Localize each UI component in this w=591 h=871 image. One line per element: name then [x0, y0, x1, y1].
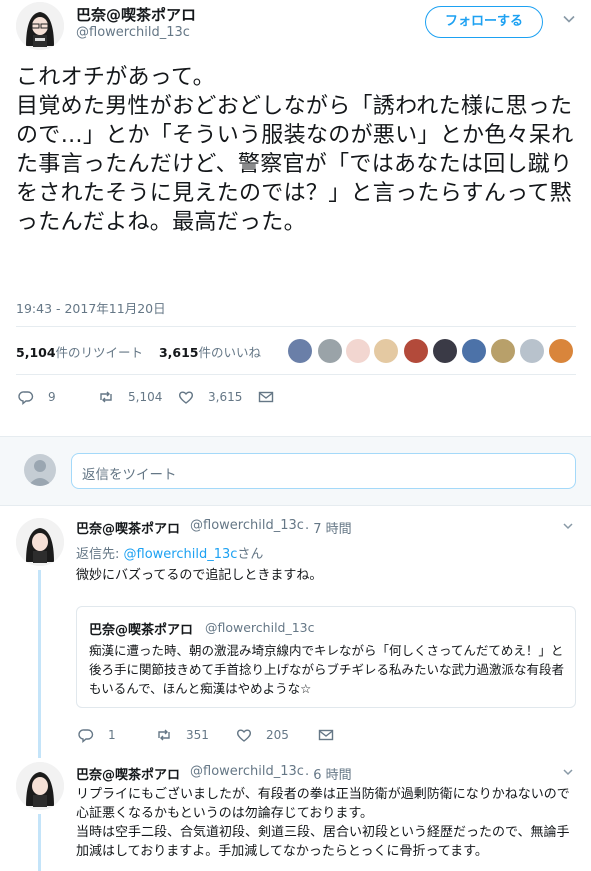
- retweet-button[interactable]: 351: [156, 725, 209, 745]
- avatar: [24, 454, 56, 486]
- retweet-count: 5,104: [128, 390, 163, 404]
- reply-icon: [78, 729, 94, 743]
- direct-message-button[interactable]: [318, 725, 348, 745]
- like-button[interactable]: 3,615: [178, 387, 242, 407]
- divider: [16, 374, 576, 375]
- like-count: 3,615: [208, 390, 243, 404]
- avatar[interactable]: [491, 339, 515, 363]
- chevron-down-icon[interactable]: [562, 766, 574, 781]
- avatar[interactable]: [16, 2, 64, 50]
- reply-text: 微妙にバズってるので追記しときますね。: [76, 568, 323, 583]
- avatar[interactable]: [404, 339, 428, 363]
- retweet-icon: [100, 391, 112, 403]
- avatar[interactable]: [520, 339, 544, 363]
- heart-icon: [236, 729, 252, 742]
- reply-text: リプライにもございましたが、有段者の拳は正当防衛が過剰防衛になりかねないので心証…: [76, 787, 570, 859]
- reply-time[interactable]: · 7 時間: [305, 518, 352, 537]
- retweet-count[interactable]: 5,104: [16, 345, 56, 360]
- avatar[interactable]: [433, 339, 457, 363]
- replying-prefix: 返信先:: [76, 547, 124, 562]
- like-count: 205: [266, 728, 289, 742]
- reply-count: 1: [108, 728, 116, 742]
- tweet-timestamp[interactable]: 19:43 - 2017年11月20日: [16, 298, 166, 317]
- avatar[interactable]: [374, 339, 398, 363]
- retweet-button[interactable]: 5,104: [98, 387, 162, 407]
- avatar[interactable]: [346, 339, 370, 363]
- reply-author-handle[interactable]: @flowerchild_13c: [190, 518, 304, 533]
- avatar[interactable]: [16, 762, 64, 810]
- thread-line: [38, 814, 41, 871]
- retweet-count-label[interactable]: 件のリツイート: [56, 345, 144, 360]
- replying-to: 返信先: @flowerchild_13cさん: [76, 543, 263, 562]
- like-count[interactable]: 3,615: [159, 345, 199, 360]
- reply-button[interactable]: 9: [18, 387, 56, 407]
- like-count-label[interactable]: 件のいいね: [199, 345, 262, 360]
- reply-icon: [18, 391, 34, 405]
- reply-count: 9: [48, 390, 56, 404]
- reply-author-name[interactable]: 巴奈@喫茶ポアロ: [76, 764, 180, 783]
- reply-time[interactable]: · 6 時間: [305, 764, 352, 783]
- like-button[interactable]: 205: [236, 725, 289, 745]
- reply-button[interactable]: 1: [78, 725, 116, 745]
- retweet-count: 351: [186, 728, 209, 742]
- reply-input[interactable]: 返信をツイート: [71, 453, 576, 489]
- avatar[interactable]: [288, 339, 312, 363]
- quoted-text: 痴漢に遭った時、朝の激混み埼京線内でキレながら「何しくさってんだてめえ！」と後ろ…: [89, 643, 565, 696]
- mail-icon: [258, 391, 274, 403]
- tweet-stats: 5,104件のリツイート 3,615件のいいね: [16, 342, 261, 361]
- replying-handle-link[interactable]: @flowerchild_13c: [124, 547, 238, 562]
- author-handle[interactable]: @flowerchild_13c: [76, 25, 190, 40]
- tweet-header: 巴奈@喫茶ポアロ @flowerchild_13c フォローする: [0, 0, 591, 50]
- follow-button[interactable]: フォローする: [425, 6, 543, 38]
- thread-line: [38, 570, 41, 758]
- retweet-icon: [158, 729, 170, 741]
- avatar[interactable]: [16, 518, 64, 566]
- avatar[interactable]: [549, 339, 573, 363]
- replying-suffix: さん: [237, 547, 264, 562]
- chevron-down-icon[interactable]: [562, 12, 576, 26]
- reply-author-name[interactable]: 巴奈@喫茶ポアロ: [76, 518, 180, 537]
- chevron-down-icon[interactable]: [562, 520, 574, 535]
- avatar[interactable]: [462, 339, 486, 363]
- mail-icon: [318, 729, 334, 741]
- divider: [16, 326, 576, 327]
- direct-message-button[interactable]: [258, 387, 288, 407]
- tweet-text: これオチがあって。 目覚めた男性がおどおどしながら「誘われた様に思ったので…」と…: [16, 65, 574, 235]
- quoted-author-name: 巴奈@喫茶ポアロ: [89, 623, 194, 638]
- quoted-author-handle: @flowerchild_13c: [205, 620, 315, 635]
- avatar[interactable]: [318, 339, 342, 363]
- heart-icon: [178, 391, 194, 404]
- quoted-tweet[interactable]: 巴奈@喫茶ポアロ @flowerchild_13c 痴漢に遭った時、朝の激混み埼…: [76, 606, 576, 708]
- author-name[interactable]: 巴奈@喫茶ポアロ: [76, 4, 196, 25]
- reply-author-handle[interactable]: @flowerchild_13c: [190, 764, 304, 779]
